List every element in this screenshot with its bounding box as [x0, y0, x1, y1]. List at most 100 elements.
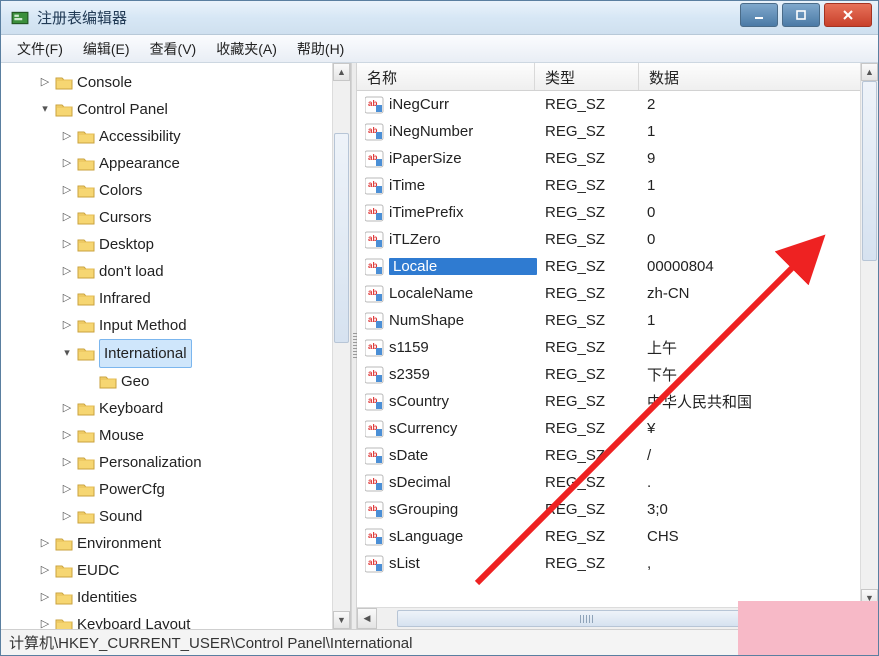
reg-sz-icon: [365, 96, 385, 114]
value-row[interactable]: iPaperSizeREG_SZ9: [357, 145, 878, 172]
menu-file[interactable]: 文件(F): [7, 36, 73, 62]
window-title: 注册表编辑器: [37, 7, 127, 28]
tree-label: Mouse: [99, 422, 144, 449]
tree-node-international[interactable]: ▾International: [61, 339, 350, 368]
content-area: ▷Console ▾Control Panel ▷Accessibility▷A…: [1, 63, 878, 629]
value-row[interactable]: NumShapeREG_SZ1: [357, 307, 878, 334]
tree-label: International: [99, 339, 192, 368]
close-button[interactable]: [824, 3, 872, 27]
value-row[interactable]: sLanguageREG_SZCHS: [357, 523, 878, 550]
value-row[interactable]: sCountryREG_SZ中华人民共和国: [357, 388, 878, 415]
scroll-thumb[interactable]: [862, 81, 877, 261]
value-row[interactable]: iTimePrefixREG_SZ0: [357, 199, 878, 226]
value-row[interactable]: sDateREG_SZ/: [357, 442, 878, 469]
folder-icon: [77, 291, 95, 306]
tree-node[interactable]: ▷Accessibility: [61, 123, 350, 150]
value-type: REG_SZ: [537, 231, 641, 248]
menu-fav[interactable]: 收藏夹(A): [206, 36, 287, 62]
tree-node[interactable]: ▷Colors: [61, 177, 350, 204]
value-type: REG_SZ: [537, 312, 641, 329]
value-row[interactable]: s2359REG_SZ下午: [357, 361, 878, 388]
scroll-up-icon[interactable]: ▲: [861, 63, 878, 81]
value-row[interactable]: sDecimalREG_SZ.: [357, 469, 878, 496]
folder-icon: [55, 536, 73, 551]
value-row[interactable]: s1159REG_SZ上午: [357, 334, 878, 361]
maximize-button[interactable]: [782, 3, 820, 27]
tree-node[interactable]: ▷Personalization: [61, 449, 350, 476]
regedit-icon: [11, 9, 29, 27]
menu-help[interactable]: 帮助(H): [287, 36, 354, 62]
tree-node-control-panel[interactable]: ▾Control Panel: [39, 96, 350, 123]
values-rows[interactable]: iNegCurrREG_SZ2iNegNumberREG_SZ1iPaperSi…: [357, 91, 878, 629]
value-row[interactable]: sCurrencyREG_SZ¥: [357, 415, 878, 442]
tree-view[interactable]: ▷Console ▾Control Panel ▷Accessibility▷A…: [1, 63, 350, 629]
value-data: 中华人民共和国: [641, 391, 878, 412]
column-headers: 名称 类型 数据: [357, 63, 878, 91]
value-row[interactable]: iNegNumberREG_SZ1: [357, 118, 878, 145]
value-name: sDecimal: [389, 474, 537, 491]
list-vscrollbar[interactable]: ▲ ▼: [860, 63, 878, 607]
col-data[interactable]: 数据: [639, 63, 878, 90]
scroll-up-icon[interactable]: ▲: [333, 63, 350, 81]
tree-node[interactable]: ▷Appearance: [61, 150, 350, 177]
tree-node[interactable]: ▷Cursors: [61, 204, 350, 231]
folder-icon: [77, 264, 95, 279]
value-row[interactable]: iTimeREG_SZ1: [357, 172, 878, 199]
value-data: ,: [641, 555, 878, 572]
value-data: 2: [641, 96, 878, 113]
tree-node[interactable]: ▷EUDC: [39, 557, 350, 584]
value-name: iTime: [389, 177, 537, 194]
value-row[interactable]: iTLZeroREG_SZ0: [357, 226, 878, 253]
scroll-left-icon[interactable]: ◀: [357, 608, 377, 629]
value-type: REG_SZ: [537, 447, 641, 464]
minimize-button[interactable]: [740, 3, 778, 27]
reg-sz-icon: [365, 123, 385, 141]
value-row[interactable]: iNegCurrREG_SZ2: [357, 91, 878, 118]
tree-node[interactable]: ▷Keyboard Layout: [39, 611, 350, 629]
tree-node-console[interactable]: ▷Console: [39, 69, 350, 96]
folder-icon: [55, 563, 73, 578]
value-data: 3;0: [641, 501, 878, 518]
reg-sz-icon: [365, 285, 385, 303]
tree-node[interactable]: ▷Desktop: [61, 231, 350, 258]
value-data: 0: [641, 231, 878, 248]
tree-node[interactable]: ▷Keyboard: [61, 395, 350, 422]
tree-label: Keyboard: [99, 395, 163, 422]
tree-node[interactable]: ▷Mouse: [61, 422, 350, 449]
value-type: REG_SZ: [537, 555, 641, 572]
tree-label: Infrared: [99, 285, 151, 312]
tree-scrollbar[interactable]: ▲ ▼: [332, 63, 350, 629]
value-type: REG_SZ: [537, 501, 641, 518]
col-name[interactable]: 名称: [357, 63, 535, 90]
reg-sz-icon: [365, 231, 385, 249]
reg-sz-icon: [365, 204, 385, 222]
tree-node[interactable]: ▷Environment: [39, 530, 350, 557]
folder-icon: [55, 102, 73, 117]
tree-node[interactable]: ▷Sound: [61, 503, 350, 530]
tree-label: Control Panel: [77, 96, 168, 123]
tree-node[interactable]: ▷Infrared: [61, 285, 350, 312]
tree-node[interactable]: ▷PowerCfg: [61, 476, 350, 503]
menu-view[interactable]: 查看(V): [140, 36, 207, 62]
menu-edit[interactable]: 编辑(E): [73, 36, 140, 62]
value-name: iTLZero: [389, 231, 537, 248]
tree-node[interactable]: ▷Input Method: [61, 312, 350, 339]
tree-node-geo[interactable]: Geo: [83, 368, 350, 395]
value-row[interactable]: LocaleNameREG_SZzh-CN: [357, 280, 878, 307]
menubar: 文件(F) 编辑(E) 查看(V) 收藏夹(A) 帮助(H): [1, 35, 878, 63]
reg-sz-icon: [365, 312, 385, 330]
col-type[interactable]: 类型: [535, 63, 639, 90]
tree-node[interactable]: ▷don't load: [61, 258, 350, 285]
value-name: sCurrency: [389, 420, 537, 437]
value-row[interactable]: LocaleREG_SZ00000804: [357, 253, 878, 280]
watermark-block: [738, 601, 878, 655]
scroll-down-icon[interactable]: ▼: [333, 611, 350, 629]
value-row[interactable]: sListREG_SZ,: [357, 550, 878, 577]
scroll-thumb[interactable]: [397, 610, 777, 627]
titlebar[interactable]: 注册表编辑器: [1, 1, 878, 35]
value-row[interactable]: sGroupingREG_SZ3;0: [357, 496, 878, 523]
scroll-thumb[interactable]: [334, 133, 349, 343]
value-data: 上午: [641, 337, 878, 358]
reg-sz-icon: [365, 447, 385, 465]
tree-node[interactable]: ▷Identities: [39, 584, 350, 611]
